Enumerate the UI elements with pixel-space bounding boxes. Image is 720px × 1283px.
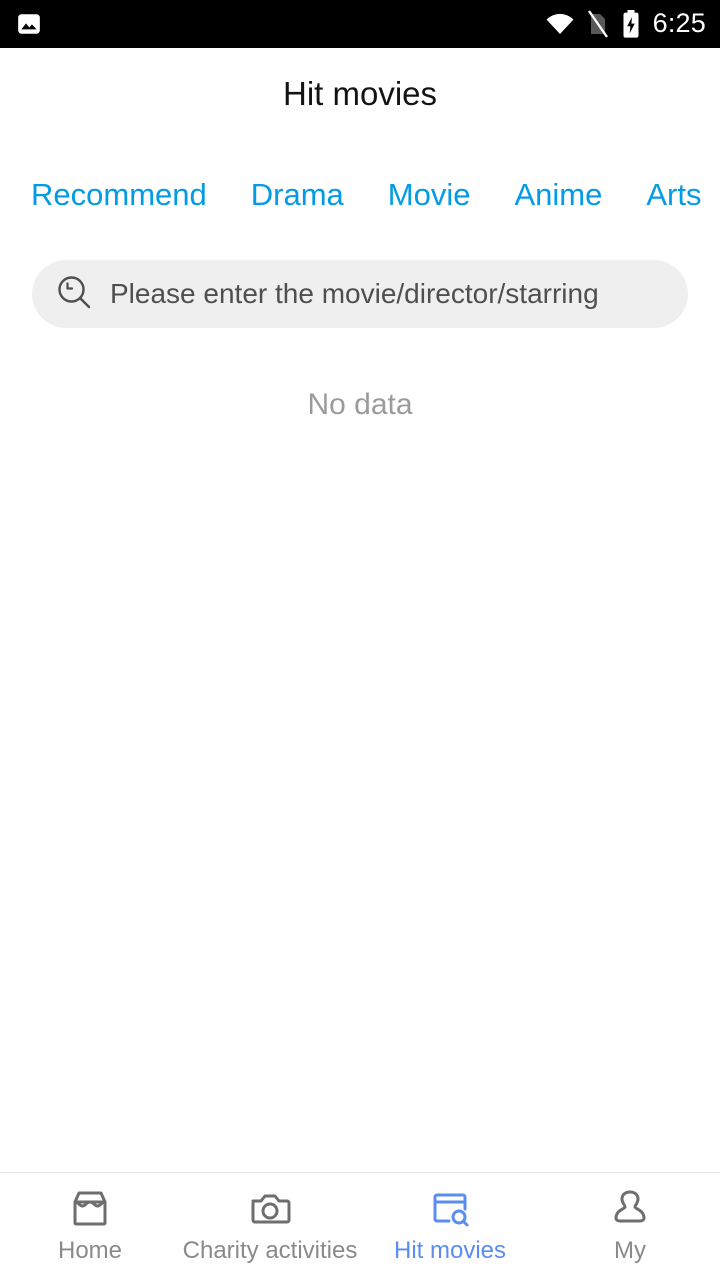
tab-anime[interactable]: Anime [514,179,602,210]
store-icon [67,1185,113,1231]
nav-label-charity-activities: Charity activities [182,1237,358,1264]
status-bar-clock: 6:25 [652,8,706,38]
nav-item-hit-movies[interactable]: Hit movies [360,1173,540,1280]
tab-movie[interactable]: Movie [388,179,471,210]
search-history-icon [54,272,94,317]
nav-item-charity-activities[interactable]: Charity activities [180,1173,360,1280]
tab-arts[interactable]: Arts [646,179,701,210]
results-list [0,344,720,1172]
nav-item-home[interactable]: Home [0,1173,180,1280]
nav-label-hit-movies: Hit movies [393,1237,507,1264]
status-bar-right: 6:25 [545,9,706,39]
person-icon [607,1185,653,1231]
page-title: Hit movies [282,75,438,112]
tab-drama[interactable]: Drama [251,179,344,210]
status-bar: 6:25 [0,0,720,48]
no-sim-icon [587,10,609,38]
browser-search-icon [427,1185,473,1231]
image-icon [16,11,42,37]
nav-label-my: My [614,1237,646,1264]
search-bar[interactable] [32,260,688,328]
nav-label-home: Home [57,1237,123,1264]
tab-recommend[interactable]: Recommend [31,179,207,210]
bottom-navigation-bar: Home Charity activities Hit movies My [0,1172,720,1280]
status-bar-left [16,11,42,37]
category-tab-strip[interactable]: Recommend Drama Movie Anime Arts [0,158,720,230]
search-input[interactable] [110,260,666,328]
battery-charging-icon [621,9,641,39]
wifi-icon [545,12,575,36]
nav-item-my[interactable]: My [540,1173,720,1280]
camera-icon [247,1185,293,1231]
empty-state-text: No data [307,388,413,421]
